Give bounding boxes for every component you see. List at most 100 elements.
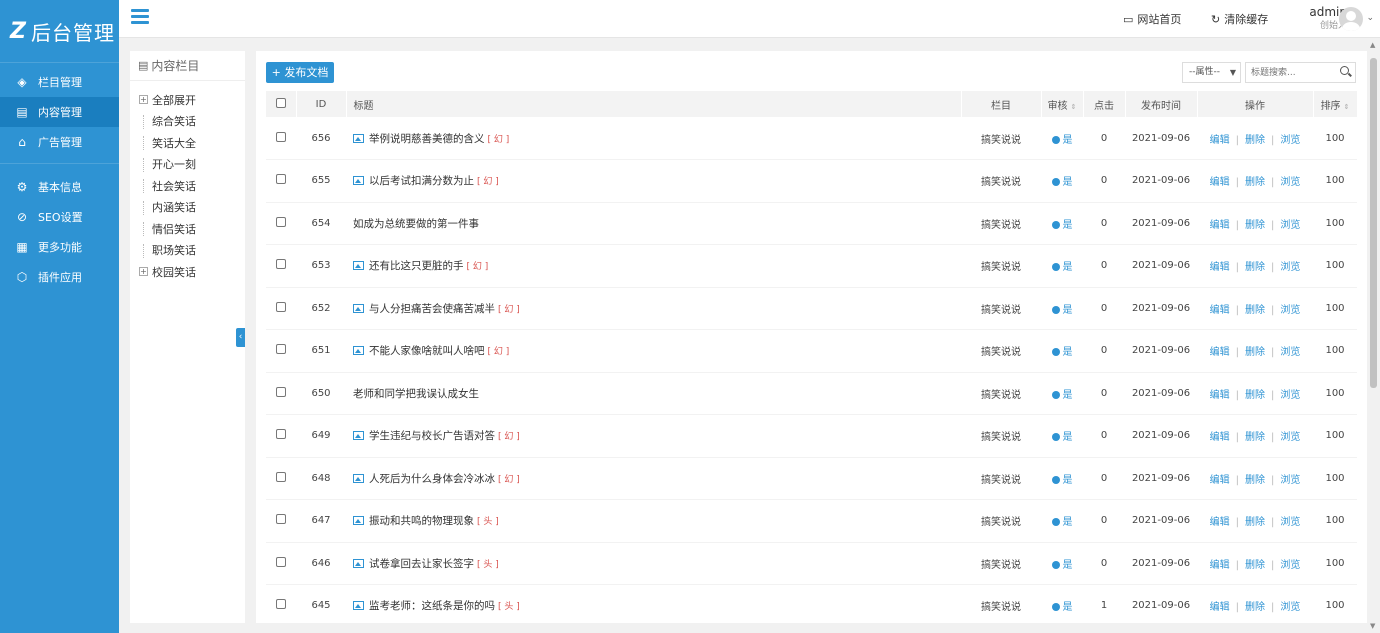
delete-link[interactable]: 删除 (1245, 220, 1265, 231)
view-link[interactable]: 浏览 (1280, 262, 1300, 273)
sidebar-item-ad-management[interactable]: ⌂ 广告管理 (0, 127, 119, 157)
delete-link[interactable]: 删除 (1245, 390, 1265, 401)
edit-link[interactable]: 编辑 (1210, 432, 1230, 443)
row-checkbox[interactable] (276, 514, 286, 525)
row-select-cell[interactable] (266, 202, 296, 245)
tree-item[interactable]: 情侣笑话 (130, 218, 245, 240)
row-title-cell[interactable]: 以后考试扣满分数为止[ 幻 ] (346, 159, 961, 203)
attribute-select[interactable]: --属性-- ▼ (1182, 62, 1241, 83)
row-title[interactable]: 与人分担痛苦会使痛苦减半 (369, 303, 495, 315)
row-checkbox[interactable] (276, 301, 286, 312)
row-title[interactable]: 学生违纪与校长广告语对答 (369, 430, 495, 442)
delete-link[interactable]: 删除 (1245, 347, 1265, 358)
row-title-cell[interactable]: 举例说明慈善美德的含义[ 幻 ] (346, 117, 961, 160)
sidebar-item-seo[interactable]: ⊘ SEO设置 (0, 202, 119, 232)
row-title[interactable]: 以后考试扣满分数为止 (369, 175, 474, 187)
row-title-cell[interactable]: 监考老师：这纸条是你的吗[ 头 ] (346, 584, 961, 623)
row-checkbox[interactable] (276, 174, 286, 185)
row-select-cell[interactable] (266, 287, 296, 330)
row-title[interactable]: 举例说明慈善美德的含义 (369, 133, 485, 145)
row-select-cell[interactable] (266, 457, 296, 500)
row-checkbox[interactable] (276, 429, 286, 440)
delete-link[interactable]: 删除 (1245, 432, 1265, 443)
view-link[interactable]: 浏览 (1280, 602, 1300, 613)
view-link[interactable]: 浏览 (1280, 135, 1300, 146)
row-audit[interactable]: 是 (1041, 414, 1083, 458)
delete-link[interactable]: 删除 (1245, 177, 1265, 188)
select-all-header[interactable] (266, 91, 297, 117)
row-title-cell[interactable]: 与人分担痛苦会使痛苦减半[ 幻 ] (346, 287, 961, 330)
edit-link[interactable]: 编辑 (1210, 135, 1230, 146)
row-audit[interactable]: 是 (1041, 372, 1083, 415)
title-search-input[interactable] (1246, 63, 1334, 82)
sidebar-item-plugins[interactable]: ⬡ 插件应用 (0, 262, 119, 292)
view-link[interactable]: 浏览 (1280, 177, 1300, 188)
edit-link[interactable]: 编辑 (1210, 560, 1230, 571)
row-audit[interactable]: 是 (1041, 287, 1083, 330)
chevron-down-icon[interactable]: ⌄ (1366, 13, 1374, 23)
row-checkbox[interactable] (276, 386, 286, 397)
view-link[interactable]: 浏览 (1280, 390, 1300, 401)
row-select-cell[interactable] (266, 499, 296, 543)
row-title-cell[interactable]: 不能人家像啥就叫人啥吧[ 幻 ] (346, 329, 961, 373)
row-title[interactable]: 振动和共鸣的物理现象 (369, 515, 474, 527)
page-scrollbar[interactable]: ▲ ▼ (1367, 38, 1380, 633)
row-title[interactable]: 人死后为什么身体会冷冰冰 (369, 473, 495, 485)
clear-cache-link[interactable]: ↻ 清除缓存 (1211, 11, 1268, 27)
tree-item-expand-all[interactable]: + 全部展开 (130, 89, 245, 111)
edit-link[interactable]: 编辑 (1210, 177, 1230, 188)
site-home-link[interactable]: ▭ 网站首页 (1123, 11, 1181, 27)
edit-link[interactable]: 编辑 (1210, 347, 1230, 358)
header-order[interactable]: 排序 ⇕ (1313, 91, 1358, 117)
edit-link[interactable]: 编辑 (1210, 475, 1230, 486)
edit-link[interactable]: 编辑 (1210, 602, 1230, 613)
delete-link[interactable]: 删除 (1245, 305, 1265, 316)
search-icon[interactable] (1340, 66, 1349, 75)
row-audit[interactable]: 是 (1041, 457, 1083, 500)
row-select-cell[interactable] (266, 117, 296, 160)
tree-item-campus[interactable]: + 校园笑话 (130, 261, 245, 283)
view-link[interactable]: 浏览 (1280, 517, 1300, 528)
expand-icon[interactable]: + (139, 95, 148, 105)
row-checkbox[interactable] (276, 131, 286, 142)
row-checkbox[interactable] (276, 344, 286, 355)
header-audit[interactable]: 审核 ⇕ (1041, 91, 1084, 117)
view-link[interactable]: 浏览 (1280, 432, 1300, 443)
row-audit[interactable]: 是 (1041, 499, 1083, 543)
sidebar-item-column-management[interactable]: ◈ 栏目管理 (0, 67, 119, 97)
tree-item[interactable]: 内涵笑话 (130, 197, 245, 219)
sort-icon[interactable]: ⇕ (1071, 103, 1077, 111)
row-title[interactable]: 试卷拿回去让家长签字 (369, 558, 474, 570)
row-audit[interactable]: 是 (1041, 329, 1083, 373)
view-link[interactable]: 浏览 (1280, 347, 1300, 358)
row-title[interactable]: 如成为总统要做的第一件事 (353, 218, 479, 230)
sidebar-item-basic-info[interactable]: ⚙ 基本信息 (0, 172, 119, 202)
row-title-cell[interactable]: 还有比这只更脏的手[ 幻 ] (346, 244, 961, 288)
chevron-left-icon[interactable]: ‹ (236, 328, 245, 347)
view-link[interactable]: 浏览 (1280, 560, 1300, 571)
view-link[interactable]: 浏览 (1280, 475, 1300, 486)
row-title-cell[interactable]: 试卷拿回去让家长签字[ 头 ] (346, 542, 961, 585)
delete-link[interactable]: 删除 (1245, 135, 1265, 146)
row-audit[interactable]: 是 (1041, 202, 1083, 245)
row-select-cell[interactable] (266, 159, 296, 203)
delete-link[interactable]: 删除 (1245, 262, 1265, 273)
edit-link[interactable]: 编辑 (1210, 390, 1230, 401)
edit-link[interactable]: 编辑 (1210, 220, 1230, 231)
row-title[interactable]: 老师和同学把我误认成女生 (353, 388, 479, 400)
row-title-cell[interactable]: 学生违纪与校长广告语对答[ 幻 ] (346, 414, 961, 458)
avatar[interactable] (1339, 7, 1363, 31)
sort-icon[interactable]: ⇕ (1344, 103, 1350, 111)
row-title-cell[interactable]: 如成为总统要做的第一件事 (346, 202, 961, 245)
sidebar-item-more[interactable]: ▦ 更多功能 (0, 232, 119, 262)
delete-link[interactable]: 删除 (1245, 475, 1265, 486)
row-title[interactable]: 监考老师：这纸条是你的吗 (369, 600, 495, 612)
scroll-up-icon[interactable]: ▲ (1370, 41, 1375, 49)
row-checkbox[interactable] (276, 471, 286, 482)
publish-document-button[interactable]: + 发布文档 (266, 62, 334, 83)
row-title[interactable]: 还有比这只更脏的手 (369, 260, 464, 272)
row-checkbox[interactable] (276, 216, 286, 227)
tree-item[interactable]: 开心一刻 (130, 154, 245, 176)
expand-icon[interactable]: + (139, 267, 148, 277)
row-select-cell[interactable] (266, 372, 296, 415)
